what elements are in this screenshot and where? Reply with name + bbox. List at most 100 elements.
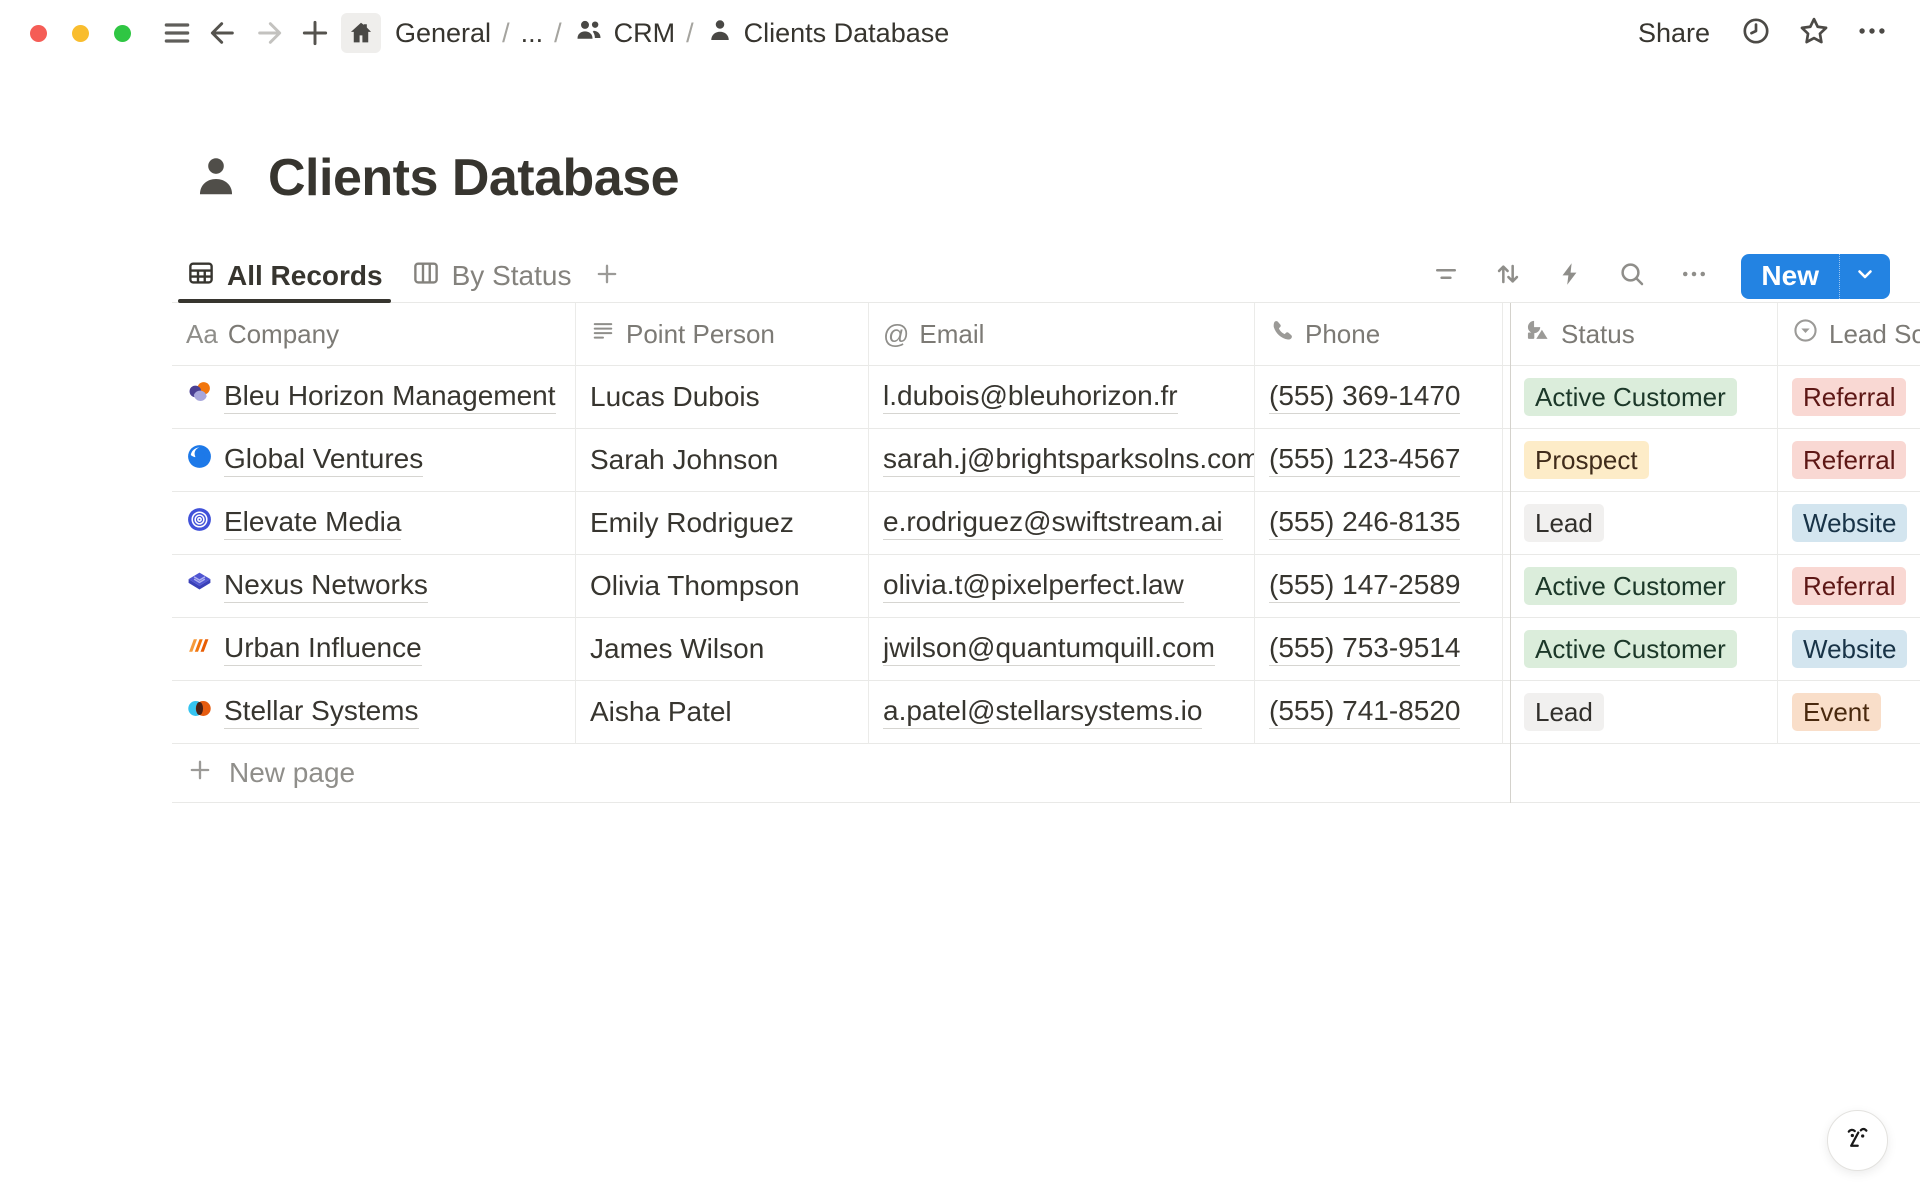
new-tab-button[interactable] xyxy=(295,13,335,53)
status-cell[interactable]: Active Customer xyxy=(1510,618,1778,681)
email-link[interactable]: olivia.t@pixelperfect.law xyxy=(883,569,1184,603)
tab-by-status[interactable]: By Status xyxy=(397,250,586,302)
status-badge: Lead xyxy=(1524,504,1604,543)
company-cell[interactable]: Urban Influence xyxy=(172,618,576,681)
phone-link[interactable]: (555) 123-4567 xyxy=(1269,443,1460,477)
email-cell[interactable]: jwilson@quantumquill.com xyxy=(869,618,1255,681)
page-header: Clients Database xyxy=(190,148,679,208)
nav-back-button[interactable] xyxy=(203,13,243,53)
status-cell[interactable]: Active Customer xyxy=(1510,366,1778,429)
company-page-link[interactable]: Bleu Horizon Management xyxy=(224,380,556,414)
home-button[interactable] xyxy=(341,13,381,53)
page-title[interactable]: Clients Database xyxy=(268,148,679,208)
history-button[interactable] xyxy=(1734,11,1778,55)
company-cell[interactable]: Global Ventures xyxy=(172,429,576,492)
lead-source-cell[interactable]: Referral xyxy=(1778,366,1920,429)
phone-link[interactable]: (555) 246-8135 xyxy=(1269,506,1460,540)
automations-button[interactable] xyxy=(1549,255,1591,297)
breadcrumb-team-crm[interactable]: CRM xyxy=(569,14,680,53)
company-page-link[interactable]: Nexus Networks xyxy=(224,569,428,603)
email-link[interactable]: jwilson@quantumquill.com xyxy=(883,632,1215,666)
topbar-actions: Share xyxy=(1628,11,1894,55)
column-header-company[interactable]: Aa Company xyxy=(172,303,576,366)
point-person-cell[interactable]: James Wilson xyxy=(576,618,869,681)
point-person-cell[interactable]: Sarah Johnson xyxy=(576,429,869,492)
phone-link[interactable]: (555) 753-9514 xyxy=(1269,632,1460,666)
phone-cell[interactable]: (555) 741-8520 xyxy=(1255,681,1503,744)
status-cell[interactable]: Active Customer xyxy=(1510,555,1778,618)
point-person-cell[interactable]: Aisha Patel xyxy=(576,681,869,744)
notion-ai-button[interactable] xyxy=(1827,1110,1888,1171)
company-cell[interactable]: Nexus Networks xyxy=(172,555,576,618)
favorite-button[interactable] xyxy=(1792,11,1836,55)
sidebar-toggle-button[interactable] xyxy=(157,13,197,53)
phone-cell[interactable]: (555) 147-2589 xyxy=(1255,555,1503,618)
company-cell[interactable]: Bleu Horizon Management xyxy=(172,366,576,429)
column-header-lead-source[interactable]: Lead Source xyxy=(1778,303,1920,366)
email-cell[interactable]: l.dubois@bleuhorizon.fr xyxy=(869,366,1255,429)
add-view-button[interactable] xyxy=(585,254,629,298)
nav-forward-button[interactable] xyxy=(249,13,289,53)
phone-link[interactable]: (555) 147-2589 xyxy=(1269,569,1460,603)
new-record-button[interactable]: New xyxy=(1741,254,1839,299)
breadcrumb-root[interactable]: General xyxy=(391,18,495,49)
new-record-dropdown-button[interactable] xyxy=(1839,254,1890,299)
phone-cell[interactable]: (555) 369-1470 xyxy=(1255,366,1503,429)
column-header-status[interactable]: Status xyxy=(1510,303,1778,366)
more-options-button[interactable] xyxy=(1850,11,1894,55)
breadcrumb-separator: / xyxy=(547,18,569,49)
email-cell[interactable]: sarah.j@brightsparksolns.com xyxy=(869,429,1255,492)
phone-cell[interactable]: (555) 246-8135 xyxy=(1255,492,1503,555)
page-person-icon[interactable] xyxy=(190,150,242,207)
zoom-window-button[interactable] xyxy=(114,25,131,42)
phone-link[interactable]: (555) 369-1470 xyxy=(1269,380,1460,414)
lead-source-cell[interactable]: Referral xyxy=(1778,429,1920,492)
company-cell[interactable]: Stellar Systems xyxy=(172,681,576,744)
phone-cell[interactable]: (555) 123-4567 xyxy=(1255,429,1503,492)
phone-link[interactable]: (555) 741-8520 xyxy=(1269,695,1460,729)
company-page-link[interactable]: Elevate Media xyxy=(224,506,401,540)
lead-source-cell[interactable]: Website xyxy=(1778,492,1920,555)
lead-source-cell[interactable]: Website xyxy=(1778,618,1920,681)
point-person-cell[interactable]: Lucas Dubois xyxy=(576,366,869,429)
breadcrumb-collapsed[interactable]: ... xyxy=(517,18,548,49)
new-page-row[interactable]: New page xyxy=(172,744,1920,803)
table-row: Nexus Networks Olivia Thompson olivia.t@pi… xyxy=(172,555,1920,618)
email-cell[interactable]: olivia.t@pixelperfect.law xyxy=(869,555,1255,618)
filter-button[interactable] xyxy=(1425,255,1467,297)
chevron-down-icon xyxy=(1853,262,1877,291)
email-link[interactable]: a.patel@stellarsystems.io xyxy=(883,695,1202,729)
point-person-cell[interactable]: Emily Rodriguez xyxy=(576,492,869,555)
email-cell[interactable]: e.rodriguez@swiftstream.ai xyxy=(869,492,1255,555)
company-cell[interactable]: Elevate Media xyxy=(172,492,576,555)
column-header-phone[interactable]: Phone xyxy=(1255,303,1503,366)
view-more-button[interactable] xyxy=(1673,255,1715,297)
home-icon xyxy=(347,19,375,47)
share-button[interactable]: Share xyxy=(1628,14,1720,53)
email-link[interactable]: e.rodriguez@swiftstream.ai xyxy=(883,506,1223,540)
email-link[interactable]: sarah.j@brightsparksolns.com xyxy=(883,443,1255,477)
tab-all-records[interactable]: All Records xyxy=(172,250,397,302)
column-header-point-person[interactable]: Point Person xyxy=(576,303,869,366)
point-person-cell[interactable]: Olivia Thompson xyxy=(576,555,869,618)
status-cell[interactable]: Lead xyxy=(1510,681,1778,744)
company-page-link[interactable]: Stellar Systems xyxy=(224,695,419,729)
sort-icon xyxy=(1492,258,1524,295)
minimize-window-button[interactable] xyxy=(72,25,89,42)
status-cell[interactable]: Prospect xyxy=(1510,429,1778,492)
email-cell[interactable]: a.patel@stellarsystems.io xyxy=(869,681,1255,744)
breadcrumb-current-page[interactable]: Clients Database xyxy=(701,15,954,52)
lead-source-cell[interactable]: Event xyxy=(1778,681,1920,744)
text-lines-icon xyxy=(590,318,616,351)
sort-button[interactable] xyxy=(1487,255,1529,297)
company-page-link[interactable]: Urban Influence xyxy=(224,632,422,666)
select-icon xyxy=(1792,317,1819,351)
search-view-button[interactable] xyxy=(1611,255,1653,297)
status-cell[interactable]: Lead xyxy=(1510,492,1778,555)
close-window-button[interactable] xyxy=(30,25,47,42)
phone-cell[interactable]: (555) 753-9514 xyxy=(1255,618,1503,681)
email-link[interactable]: l.dubois@bleuhorizon.fr xyxy=(883,380,1178,414)
company-page-link[interactable]: Global Ventures xyxy=(224,443,423,477)
lead-source-cell[interactable]: Referral xyxy=(1778,555,1920,618)
column-header-email[interactable]: @ Email xyxy=(869,303,1255,366)
